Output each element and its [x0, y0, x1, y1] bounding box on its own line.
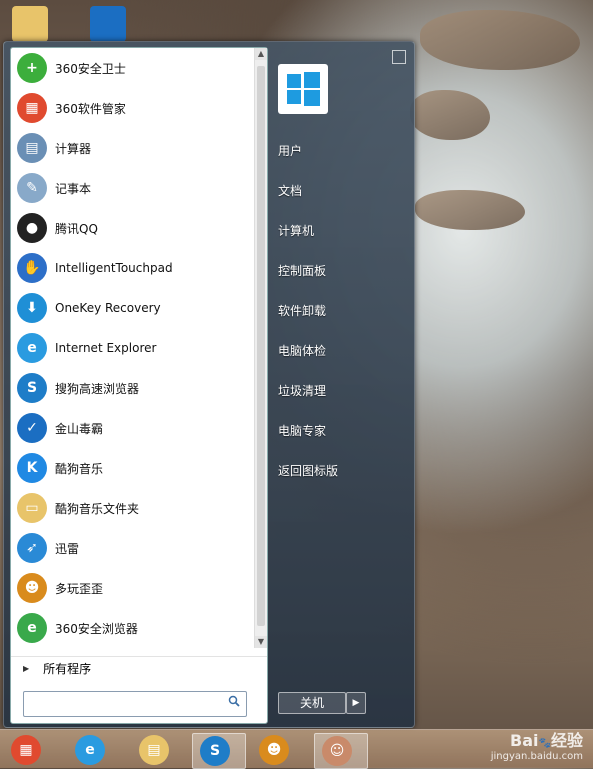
360-safe-guard-icon: + — [17, 53, 47, 83]
app-label: 计算器 — [55, 141, 92, 156]
list-item[interactable]: ● 腾讯QQ — [11, 208, 255, 248]
all-programs-link[interactable]: ▶ 所有程序 — [11, 656, 267, 679]
list-item[interactable]: ✋ IntelligentTouchpad — [11, 248, 255, 288]
programs-pane: +360安全卫士 ▦ 360软件管家 ▤ 计算器 ✎ 记事本 ● 腾讯QQ ✋ Intel… — [10, 47, 268, 724]
menu-item-documents[interactable]: 文档 — [278, 182, 302, 199]
scroll-thumb[interactable] — [257, 66, 265, 626]
app-label: 记事本 — [55, 181, 92, 196]
taskbar-360-software-manager-icon[interactable]: ▦ — [4, 733, 56, 767]
app-label: Internet Explorer — [55, 341, 157, 355]
list-item[interactable]: ⬇ OneKey Recovery — [11, 288, 255, 328]
list-item[interactable]: S 搜狗高速浏览器 — [11, 368, 255, 408]
onekey-recovery-icon: ⬇ — [17, 293, 47, 323]
app-label: 酷狗音乐文件夹 — [55, 501, 140, 516]
menu-item-control-panel[interactable]: 控制面板 — [278, 262, 326, 279]
desktop-rock — [410, 90, 490, 140]
app-label: 360软件管家 — [55, 101, 126, 116]
notepad-icon: ✎ — [17, 173, 47, 203]
list-item[interactable]: e 360安全浏览器 — [11, 608, 255, 648]
watermark-url: jingyan.baidu.com — [490, 751, 583, 762]
menu-item-computer[interactable]: 计算机 — [278, 222, 314, 239]
watermark-brand: Bai — [510, 731, 539, 750]
list-item[interactable]: ✓ 金山毒霸 — [11, 408, 255, 448]
list-item[interactable]: ✎ 记事本 — [11, 168, 255, 208]
app-label: OneKey Recovery — [55, 301, 161, 315]
desktop-rock — [415, 190, 525, 230]
app-label: 多玩歪歪 — [55, 581, 104, 596]
windows-logo-icon[interactable] — [278, 64, 328, 114]
xunlei-bird-icon: ➶ — [17, 533, 47, 563]
qq-penguin-icon: ● — [17, 213, 47, 243]
search-icon[interactable] — [228, 695, 240, 707]
program-list: +360安全卫士 ▦ 360软件管家 ▤ 计算器 ✎ 记事本 ● 腾讯QQ ✋ Intel… — [11, 48, 255, 648]
tile-view-icon[interactable] — [392, 50, 406, 64]
desktop-folder-icon[interactable] — [12, 6, 48, 42]
list-item[interactable]: +360安全卫士 — [11, 48, 255, 88]
scroll-down-icon[interactable]: ▼ — [255, 636, 267, 648]
internet-explorer-icon: e — [17, 333, 47, 363]
app-label: 360安全卫士 — [55, 61, 126, 76]
list-item[interactable]: ☻ 多玩歪歪 — [11, 568, 255, 608]
menu-item-uninstall[interactable]: 软件卸载 — [278, 302, 326, 319]
list-item[interactable]: K 酷狗音乐 — [11, 448, 255, 488]
taskbar-file-explorer-icon[interactable]: ▤ — [132, 733, 184, 767]
desktop-kingsoft-icon[interactable] — [90, 6, 126, 42]
menu-item-expert[interactable]: 电脑专家 — [278, 422, 326, 439]
app-label: 酷狗音乐 — [55, 461, 104, 476]
expand-arrow-icon: ▶ — [23, 663, 30, 673]
kingsoft-antivirus-icon: ✓ — [17, 413, 47, 443]
list-item[interactable]: e Internet Explorer — [11, 328, 255, 368]
360-software-manager-icon: ▦ — [11, 735, 41, 765]
file-explorer-icon: ▤ — [139, 735, 169, 765]
app-label: 搜狗高速浏览器 — [55, 381, 140, 396]
watermark-title: 经验 — [550, 731, 583, 750]
360-browser-icon: e — [17, 613, 47, 643]
taskbar-yy-raccoon-icon[interactable]: ☻ — [252, 733, 304, 767]
menu-item-checkup[interactable]: 电脑体检 — [278, 342, 326, 359]
touchpad-hand-icon: ✋ — [17, 253, 47, 283]
search-input[interactable] — [23, 691, 247, 717]
kugou-music-icon: K — [17, 453, 47, 483]
menu-item-user[interactable]: 用户 — [278, 142, 302, 159]
all-programs-label: 所有程序 — [43, 661, 92, 676]
list-item[interactable]: ▦ 360软件管家 — [11, 88, 255, 128]
list-item[interactable]: ➶ 迅雷 — [11, 528, 255, 568]
paw-icon: 🐾 — [538, 738, 551, 749]
program-list-scrollbar[interactable]: ▲ ▼ — [254, 48, 267, 648]
360-software-manager-icon: ▦ — [17, 93, 47, 123]
users-icon: ☺ — [322, 736, 352, 766]
taskbar-sogou-browser-icon[interactable]: S — [192, 733, 246, 769]
scroll-up-icon[interactable]: ▲ — [255, 48, 267, 60]
sogou-browser-icon: S — [17, 373, 47, 403]
calculator-icon: ▤ — [17, 133, 47, 163]
desktop-rock — [420, 10, 580, 70]
folder-icon: ▭ — [17, 493, 47, 523]
yy-raccoon-icon: ☻ — [259, 735, 289, 765]
sogou-browser-icon: S — [200, 736, 230, 766]
app-label: 金山毒霸 — [55, 421, 104, 436]
baidu-jingyan-watermark: Bai🐾经验 jingyan.baidu.com — [490, 731, 583, 763]
shutdown-button[interactable]: 关机 — [278, 692, 346, 714]
list-item[interactable]: ▭ 酷狗音乐文件夹 — [11, 488, 255, 528]
menu-item-icon-view[interactable]: 返回图标版 — [278, 462, 338, 479]
shutdown-options-icon[interactable]: ▶ — [346, 692, 366, 714]
taskbar-internet-explorer-icon[interactable]: e — [68, 733, 120, 767]
yy-raccoon-icon: ☻ — [17, 573, 47, 603]
menu-item-cleanup[interactable]: 垃圾清理 — [278, 382, 326, 399]
taskbar-users-icon[interactable]: ☺ — [314, 733, 368, 769]
app-label: 腾讯QQ — [55, 221, 98, 236]
start-menu: +360安全卫士 ▦ 360软件管家 ▤ 计算器 ✎ 记事本 ● 腾讯QQ ✋ Intel… — [3, 41, 415, 728]
places-pane: 用户 文档 计算机 控制面板 软件卸载 电脑体检 垃圾清理 电脑专家 返回图标版… — [270, 42, 414, 727]
app-label: 360安全浏览器 — [55, 621, 138, 636]
app-label: IntelligentTouchpad — [55, 261, 173, 275]
list-item[interactable]: ▤ 计算器 — [11, 128, 255, 168]
internet-explorer-icon: e — [75, 735, 105, 765]
app-label: 迅雷 — [55, 541, 80, 556]
